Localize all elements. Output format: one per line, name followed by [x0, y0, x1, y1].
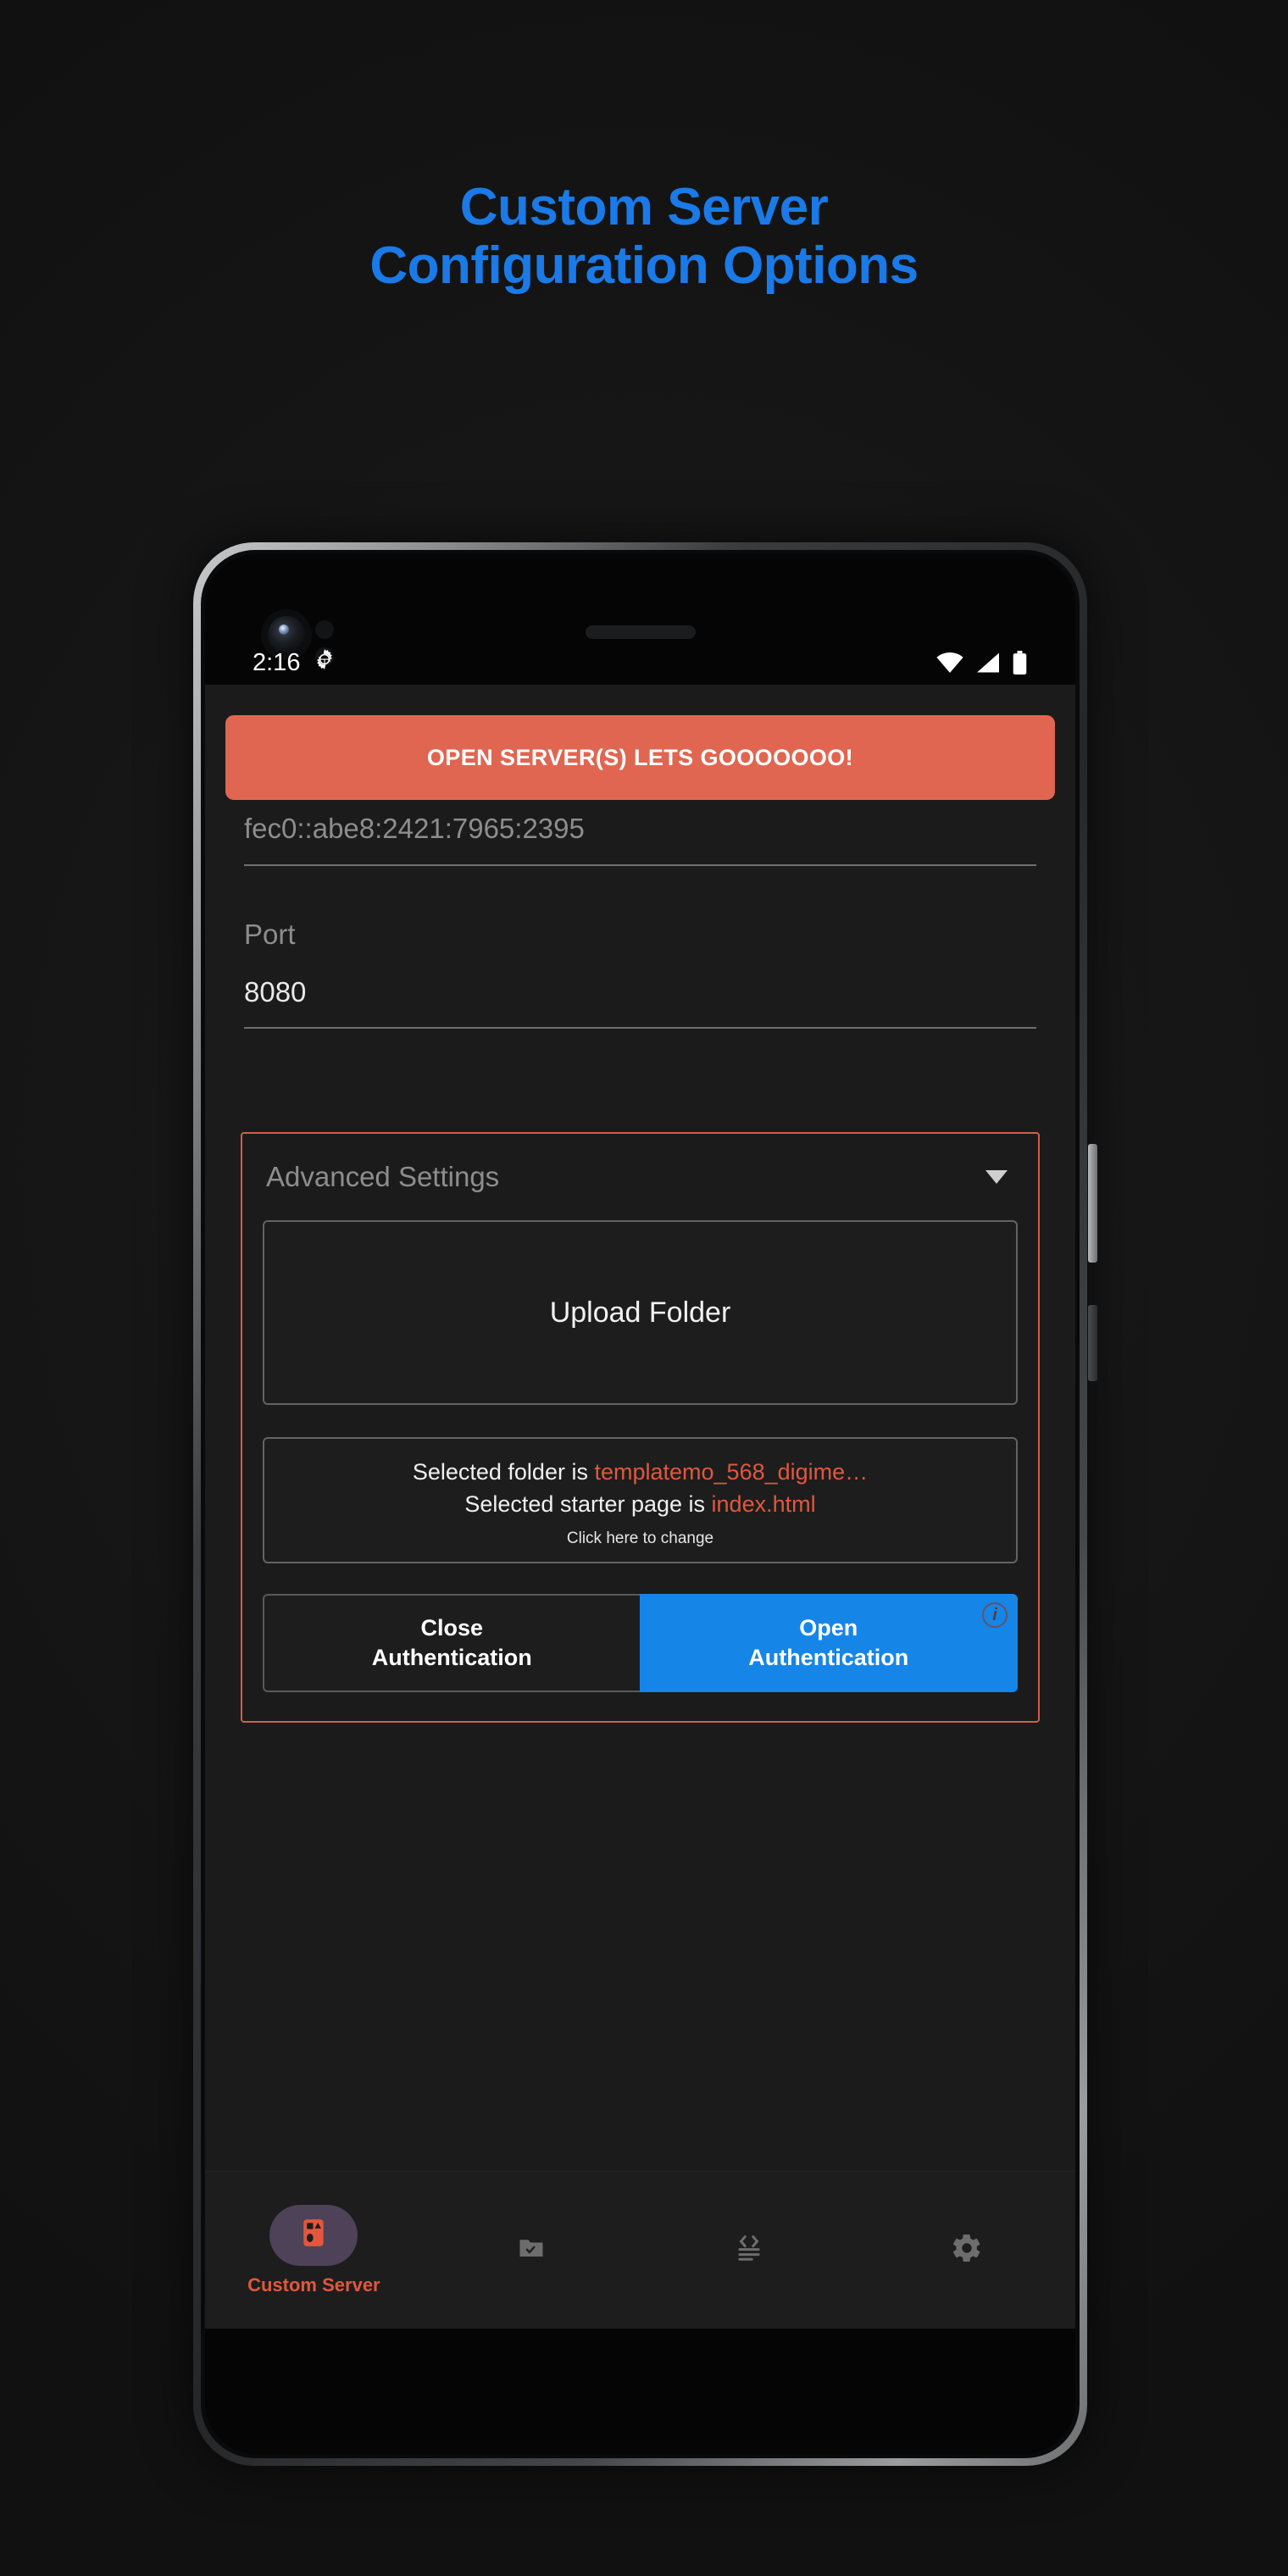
open-authentication-button[interactable]: Open Authentication i: [639, 1593, 1018, 1692]
sidebar-item-files[interactable]: [423, 2220, 641, 2281]
phone-bezel: 2:16 OPEN SERVER(S) LETS GOOOOOOO! fec0:…: [205, 554, 1075, 2454]
shapes-icon: [297, 2216, 330, 2254]
sidebar-item-settings[interactable]: [858, 2220, 1075, 2281]
folder-check-icon-wrap: [516, 2220, 547, 2281]
open-authentication-label: Open Authentication: [748, 1613, 908, 1673]
authentication-button-group: Close Authentication Open Authentication…: [263, 1593, 1018, 1692]
chevron-down-icon[interactable]: [985, 1170, 1008, 1184]
selected-folder-row: Selected folder is templatemo_568_digime…: [276, 1456, 1004, 1488]
advanced-settings-card: Advanced Settings Upload Folder Selected…: [241, 1132, 1040, 1723]
selected-folder-prefix: Selected folder is: [412, 1459, 595, 1485]
selected-starter-prefix: Selected starter page is: [464, 1491, 712, 1518]
status-bar-right: [935, 651, 1028, 675]
phone-volume-button[interactable]: [1088, 1305, 1097, 1381]
phone-power-button[interactable]: [1088, 1144, 1097, 1263]
ip-address-underline: [244, 863, 1036, 866]
ip-address-field[interactable]: fec0::abe8:2421:7965:2395: [244, 812, 1036, 866]
selected-starter-name: index.html: [711, 1491, 816, 1518]
status-bar: 2:16: [205, 639, 1075, 686]
gear-icon-wrap: [951, 2220, 983, 2281]
advanced-settings-header[interactable]: Advanced Settings: [263, 1156, 1018, 1196]
port-value: 8080: [244, 975, 307, 1008]
close-auth-line2: Authentication: [371, 1644, 532, 1670]
app-screen: OPEN SERVER(S) LETS GOOOOOOO! fec0::abe8…: [205, 685, 1075, 2329]
wifi-icon: [935, 652, 964, 674]
sidebar-item-code[interactable]: [641, 2220, 858, 2281]
status-bar-time: 2:16: [253, 648, 301, 676]
status-bar-left: 2:16: [253, 647, 337, 679]
battery-icon: [1012, 651, 1028, 675]
port-label: Port: [244, 919, 296, 950]
upload-folder-button[interactable]: Upload Folder: [263, 1220, 1018, 1405]
info-icon[interactable]: i: [982, 1602, 1008, 1628]
phone-mockup: 2:16 OPEN SERVER(S) LETS GOOOOOOO! fec0:…: [193, 542, 1097, 2466]
selected-folder-info[interactable]: Selected folder is templatemo_568_digime…: [263, 1437, 1018, 1563]
selected-folder-name: templatemo_568_digime…: [594, 1459, 869, 1485]
close-authentication-label: Close Authentication: [372, 1613, 532, 1673]
port-underline: [244, 1027, 1036, 1030]
active-tab-pill: [269, 2204, 358, 2266]
open-servers-button[interactable]: OPEN SERVER(S) LETS GOOOOOOO!: [225, 715, 1055, 800]
code-lines-icon: [733, 2232, 765, 2268]
ip-address-value: fec0::abe8:2421:7965:2395: [244, 813, 585, 844]
advanced-settings-title: Advanced Settings: [266, 1161, 500, 1192]
bottom-navigation: Custom Server: [205, 2171, 1075, 2329]
sidebar-item-custom-server[interactable]: Custom Server: [205, 2204, 423, 2296]
change-folder-hint[interactable]: Click here to change: [276, 1530, 1004, 1548]
port-field[interactable]: Port 8080: [244, 918, 1036, 1030]
close-auth-line1: Close: [420, 1614, 484, 1641]
earpiece-speaker: [585, 625, 696, 639]
gear-icon: [951, 2232, 983, 2268]
page-title-line1: Custom Server: [459, 178, 829, 236]
page-title: Custom Server Configuration Options: [0, 178, 1288, 296]
page-root: Custom Server Configuration Options 2:16: [0, 0, 1288, 2576]
gear-icon: [312, 647, 337, 679]
proximity-sensor-icon: [315, 620, 334, 639]
signal-icon: [975, 652, 1001, 674]
page-title-line2: Configuration Options: [369, 236, 919, 296]
close-authentication-button[interactable]: Close Authentication: [263, 1593, 640, 1692]
selected-starter-row: Selected starter page is index.html: [276, 1488, 1004, 1520]
code-lines-icon-wrap: [733, 2220, 765, 2281]
phone-inner-frame: 2:16 OPEN SERVER(S) LETS GOOOOOOO! fec0:…: [201, 550, 1080, 2458]
folder-check-icon: [516, 2233, 547, 2268]
open-auth-line2: Authentication: [748, 1644, 909, 1670]
sidebar-item-label: Custom Server: [247, 2273, 380, 2296]
open-auth-line1: Open: [799, 1614, 858, 1641]
